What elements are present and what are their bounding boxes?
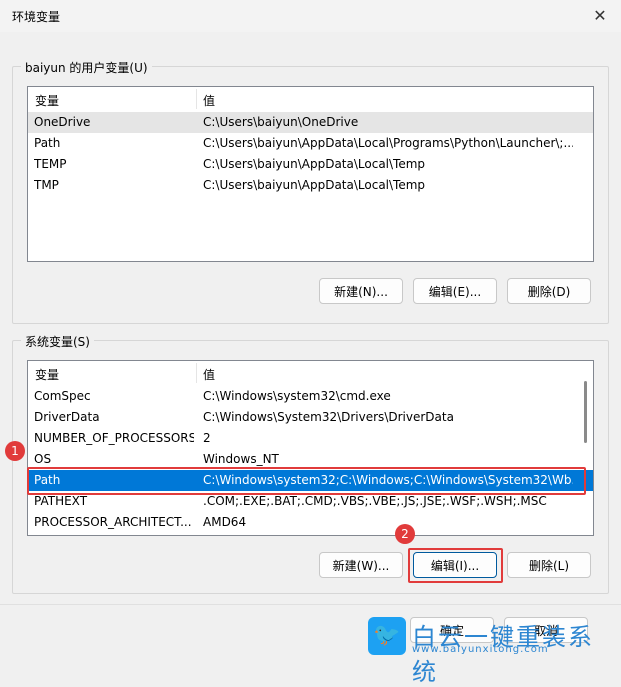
- variable-value: C:\Windows\System32\Drivers\DriverData: [203, 410, 454, 424]
- window-title: 环境变量: [12, 10, 61, 24]
- user-new-button[interactable]: 新建(N)...: [319, 278, 403, 304]
- variable-value: C:\Windows\system32\cmd.exe: [203, 389, 391, 403]
- system-delete-button[interactable]: 删除(L): [507, 552, 591, 578]
- table-row[interactable]: OneDrive C:\Users\baiyun\OneDrive: [28, 112, 593, 133]
- system-new-button[interactable]: 新建(W)...: [319, 552, 403, 578]
- step-badge-1: 1: [5, 441, 25, 461]
- column-divider[interactable]: [196, 89, 197, 109]
- user-variables-list[interactable]: 变量 值 OneDrive C:\Users\baiyun\OneDrive P…: [27, 86, 594, 262]
- variable-name: NUMBER_OF_PROCESSORS: [34, 431, 194, 445]
- step-badge-2: 2: [395, 524, 415, 544]
- user-edit-button[interactable]: 编辑(E)...: [413, 278, 497, 304]
- close-icon[interactable]: ✕: [585, 2, 615, 30]
- vertical-scrollbar[interactable]: [584, 381, 587, 443]
- list-header: 变量 值: [28, 87, 593, 111]
- list-header: 变量 值: [28, 361, 593, 385]
- table-row[interactable]: PROCESSOR_ARCHITECT... AMD64: [28, 512, 593, 533]
- column-divider[interactable]: [196, 363, 197, 383]
- variable-name: OneDrive: [34, 115, 91, 129]
- table-row[interactable]: NUMBER_OF_PROCESSORS 2: [28, 428, 593, 449]
- variable-name: PROCESSOR_ARCHITECT...: [34, 515, 192, 529]
- table-row[interactable]: TMP C:\Users\baiyun\AppData\Local\Temp: [28, 175, 593, 196]
- system-variables-list[interactable]: 变量 值 ComSpec C:\Windows\system32\cmd.exe…: [27, 360, 594, 536]
- system-variables-label: 系统变量(S): [21, 333, 94, 350]
- variable-value: C:\Users\baiyun\OneDrive: [203, 115, 359, 129]
- variable-name: ComSpec: [34, 389, 91, 403]
- variable-name: TEMP: [34, 157, 67, 171]
- path-row-highlight-box: [27, 467, 586, 495]
- user-variables-label: baiyun 的用户变量(U): [21, 59, 152, 76]
- column-header-value[interactable]: 值: [203, 366, 215, 383]
- variable-value: C:\Users\baiyun\AppData\Local\Programs\P…: [203, 136, 573, 150]
- variable-name: DriverData: [34, 410, 100, 424]
- variable-value: AMD64: [203, 515, 247, 529]
- variable-value: 2: [203, 431, 211, 445]
- title-bar: 环境变量 ✕: [0, 0, 621, 32]
- variable-value: Windows_NT: [203, 452, 279, 466]
- table-row[interactable]: TEMP C:\Users\baiyun\AppData\Local\Temp: [28, 154, 593, 175]
- edit-button-highlight-box: [408, 548, 503, 583]
- table-row[interactable]: DriverData C:\Windows\System32\Drivers\D…: [28, 407, 593, 428]
- table-row[interactable]: ComSpec C:\Windows\system32\cmd.exe: [28, 386, 593, 407]
- watermark: 🐦 白云一键重装系统 www.baiyunxitong.com: [368, 617, 612, 686]
- bird-icon: 🐦: [368, 617, 406, 655]
- table-row[interactable]: Path C:\Users\baiyun\AppData\Local\Progr…: [28, 133, 593, 154]
- variable-value: C:\Users\baiyun\AppData\Local\Temp: [203, 178, 426, 192]
- user-delete-button[interactable]: 删除(D): [507, 278, 591, 304]
- variable-value: C:\Users\baiyun\AppData\Local\Temp: [203, 157, 426, 171]
- column-header-name[interactable]: 变量: [35, 366, 59, 383]
- variable-name: PATHEXT: [34, 494, 88, 508]
- column-header-name[interactable]: 变量: [35, 92, 59, 109]
- variable-value: .COM;.EXE;.BAT;.CMD;.VBS;.VBE;.JS;.JSE;.…: [203, 494, 547, 508]
- watermark-url: www.baiyunxitong.com: [412, 644, 549, 655]
- variable-name: Path: [34, 136, 61, 150]
- variable-name: TMP: [34, 178, 59, 192]
- footer-divider: [0, 604, 621, 605]
- column-header-value[interactable]: 值: [203, 92, 215, 109]
- variable-name: OS: [34, 452, 52, 466]
- user-variables-group: baiyun 的用户变量(U) 变量 值 OneDrive C:\Users\b…: [12, 59, 609, 324]
